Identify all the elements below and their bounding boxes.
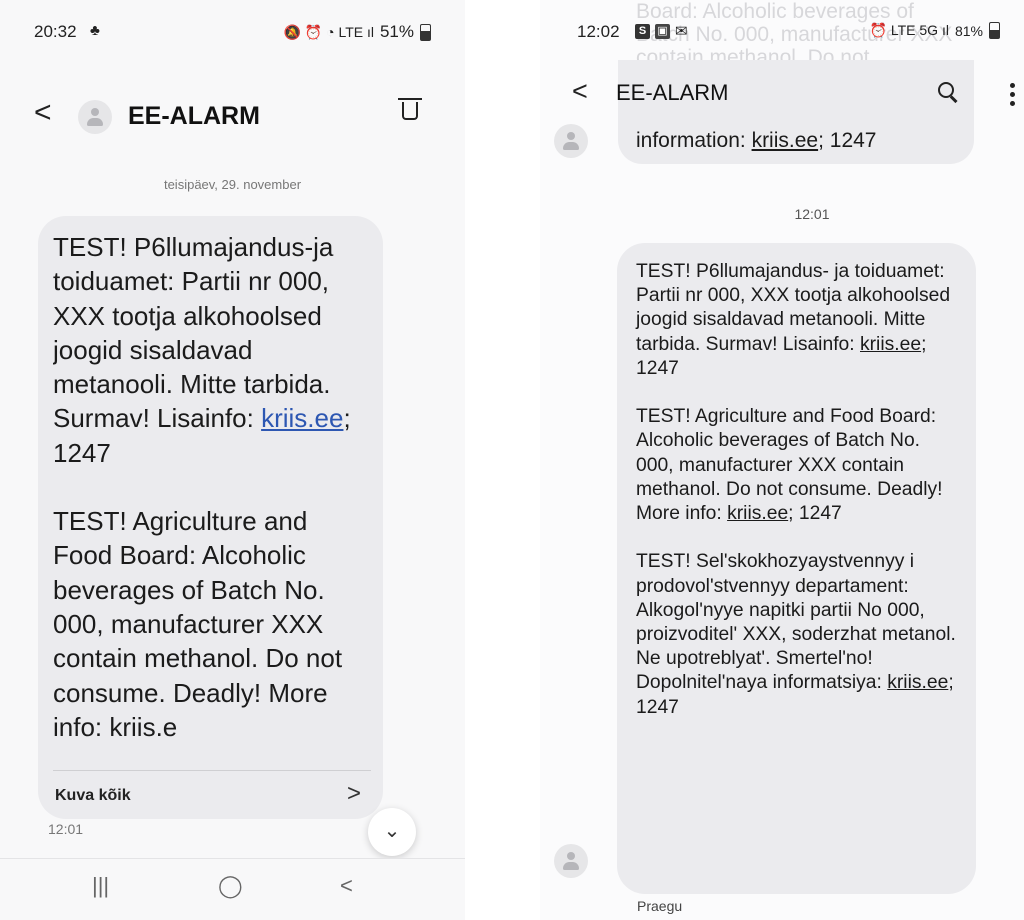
right-phone-screen: Board: Alcoholic beverages of Batch No. …: [540, 0, 1024, 920]
s-app-icon: S: [635, 24, 650, 39]
contact-name: EE-ALARM: [128, 102, 260, 130]
home-button[interactable]: ◯: [218, 873, 243, 899]
message-text: TEST! P6llumajandus-ja toiduamet: Partii…: [53, 230, 371, 772]
avatar[interactable]: [554, 124, 588, 158]
avatar[interactable]: [554, 844, 588, 878]
divider-gap: [465, 0, 540, 920]
status-indicators: 🔕 ⏰ ◔ LTE ıl: [283, 23, 374, 40]
search-icon[interactable]: [938, 82, 958, 103]
status-bar: 20:32 ♣ 🔕 ⏰ ◔ LTE ıl 51%: [34, 22, 431, 46]
battery-icon: [989, 22, 1000, 39]
message-notification-icon: ✉: [675, 23, 688, 40]
message-estonian: TEST! P6llumajandus- ja toiduamet: Parti…: [636, 261, 951, 379]
message-russian: TEST! Sel'skokhozyaystvennyy i prodovol'…: [636, 551, 956, 718]
message-timestamp: Praegu: [637, 898, 683, 914]
message-english: TEST! Agriculture and Food Board: Alcoho…: [53, 506, 343, 742]
more-options-icon[interactable]: [1010, 83, 1016, 107]
date-divider: teisipäev, 29. november: [163, 177, 302, 192]
left-phone-screen: 20:32 ♣ 🔕 ⏰ ◔ LTE ıl 51% < EE-ALARM teis…: [0, 0, 465, 920]
message-bubble[interactable]: TEST! P6llumajandus-ja toiduamet: Partii…: [38, 216, 383, 819]
message-link-et[interactable]: kriis.ee: [860, 334, 921, 355]
status-bar: 12:02 S ▣ ✉ ⏰ LTE 5G ıl 81%: [577, 22, 1000, 46]
see-all-label: Kuva kõik: [55, 787, 131, 804]
conversation-header: < EE-ALARM: [0, 96, 465, 142]
status-time: 20:32: [34, 22, 77, 41]
message-timestamp: 12:01: [48, 821, 84, 837]
status-indicators: ⏰ LTE 5G ıl: [869, 22, 949, 38]
contact-name: EE-ALARM: [616, 80, 729, 105]
battery-icon: [420, 23, 431, 41]
back-button[interactable]: <: [572, 76, 588, 107]
message-english: TEST! Agriculture and Food Board: Alcoho…: [636, 406, 943, 525]
scroll-down-button[interactable]: ⌄: [368, 808, 416, 856]
message-estonian: TEST! P6llumajandus-ja toiduamet: Partii…: [53, 232, 351, 468]
message-text: TEST! P6llumajandus- ja toiduamet: Parti…: [636, 260, 962, 744]
message-link-en[interactable]: kriis.ee: [727, 503, 788, 524]
trash-icon[interactable]: [398, 98, 422, 120]
status-icons: ⏰ LTE 5G ıl 81%: [870, 22, 1000, 39]
message-link[interactable]: kriis.ee: [261, 403, 343, 433]
notification-icon: ♣: [90, 22, 100, 39]
back-button[interactable]: <: [34, 96, 52, 130]
nav-back-button[interactable]: <: [340, 873, 353, 899]
gallery-icon: ▣: [655, 24, 670, 39]
time-divider: 12:01: [794, 206, 830, 222]
chevron-right-icon: >: [346, 780, 361, 807]
conversation-header: < EE-ALARM: [540, 76, 1024, 118]
avatar[interactable]: [78, 100, 112, 134]
previous-message-last-line: information: kriis.ee; 1247: [636, 129, 877, 152]
status-time: 12:02: [577, 22, 620, 41]
message-bubble[interactable]: TEST! P6llumajandus- ja toiduamet: Parti…: [617, 243, 976, 894]
see-all-button[interactable]: Kuva kõik >: [53, 770, 371, 819]
battery-percent: 51%: [379, 22, 414, 41]
system-nav-bar: ||| ◯ <: [0, 858, 465, 920]
previous-message-link[interactable]: kriis.ee: [752, 129, 819, 152]
status-icons: 🔕 ⏰ ◔ LTE ıl 51%: [283, 22, 431, 42]
battery-percent: 81%: [954, 22, 983, 39]
recents-button[interactable]: |||: [92, 873, 109, 899]
message-link-ru[interactable]: kriis.ee: [887, 672, 948, 693]
